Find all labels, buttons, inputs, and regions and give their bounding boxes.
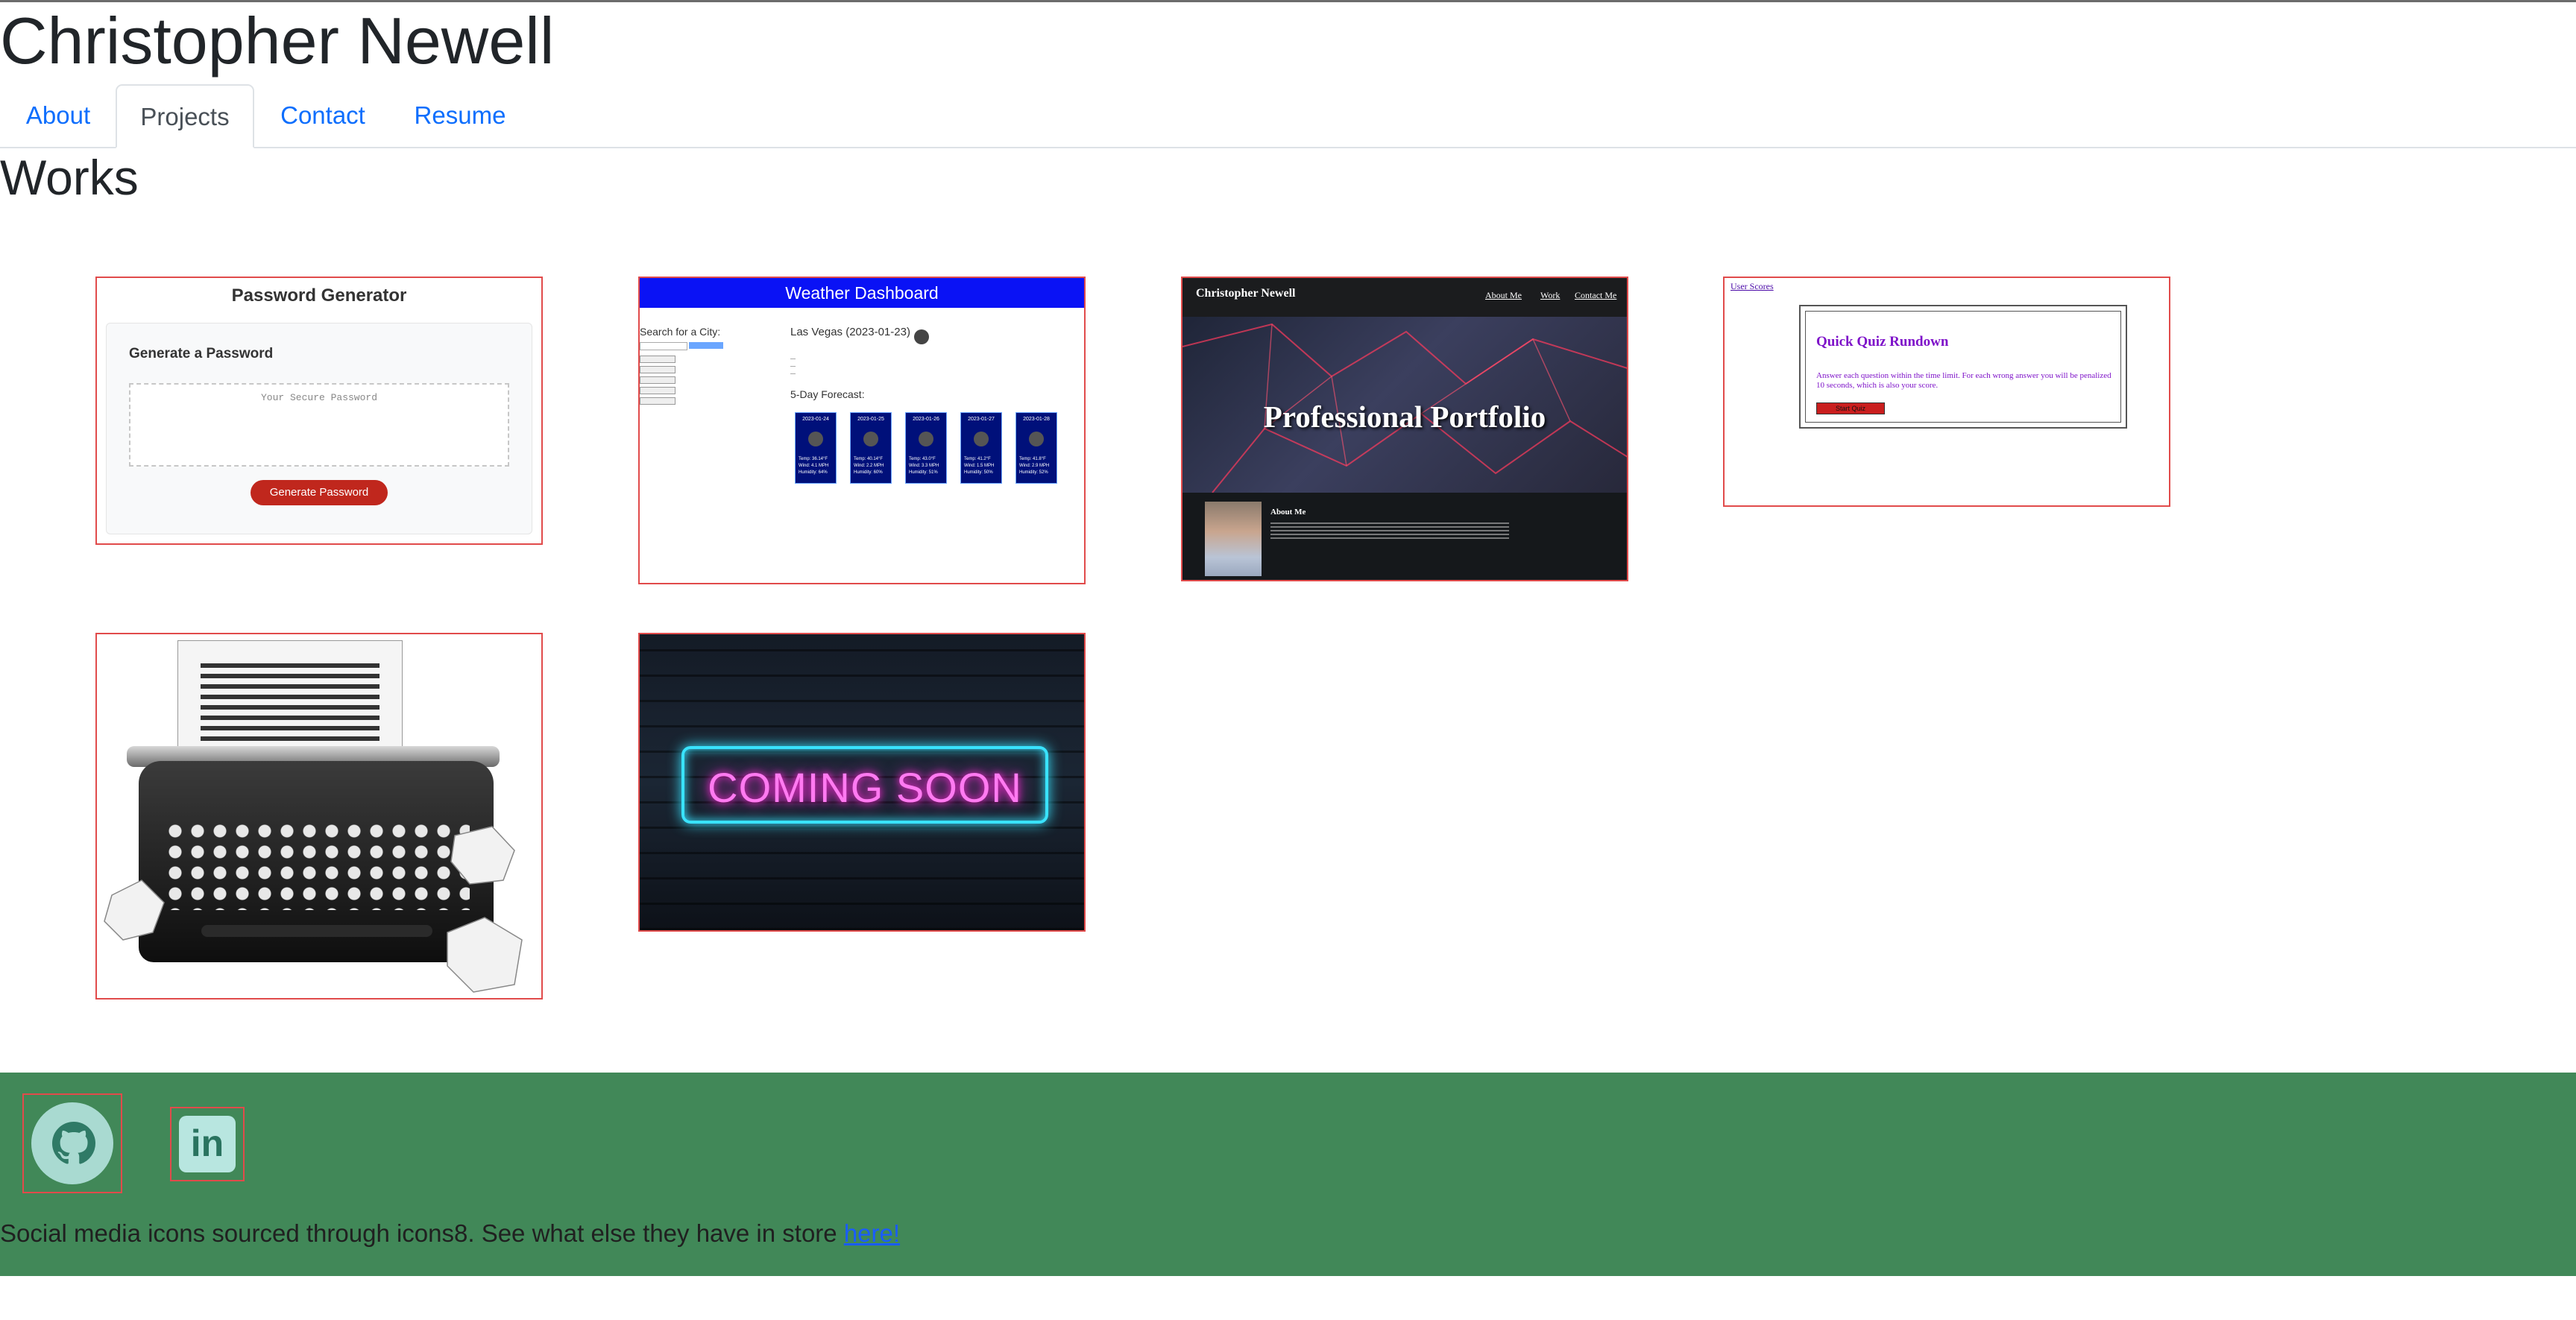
linkedin-icon-square: in xyxy=(179,1116,236,1172)
portfolio-name: Christopher Newell xyxy=(1196,287,1296,300)
forecast-day-card: 2023-01-24 Temp: 36.14°F Wind: 4.1 MPH H… xyxy=(795,412,837,484)
project-card-typewriter[interactable] xyxy=(95,633,543,1000)
forecast-date: 2023-01-28 xyxy=(1023,417,1050,422)
forecast-icon xyxy=(863,432,878,446)
forecast-icon xyxy=(974,432,989,446)
forecast-date: 2023-01-24 xyxy=(802,417,829,422)
portfolio-about: About Me xyxy=(1182,493,1627,580)
weather-history-button xyxy=(640,366,676,373)
weather-current-stats: — — — xyxy=(790,356,796,376)
nav-tabs: About Projects Contact Resume xyxy=(0,84,2576,148)
pw-placeholder: Your Secure Password xyxy=(260,392,378,403)
forecast-day-card: 2023-01-28 Temp: 41.8°F Wind: 2.9 MPH Hu… xyxy=(1015,412,1057,484)
icon-credit: Social media icons sourced through icons… xyxy=(0,1219,900,1248)
site-owner-name: Christopher Newell xyxy=(0,4,555,78)
forecast-date: 2023-01-25 xyxy=(857,417,884,422)
forecast-icon xyxy=(919,432,933,446)
weather-icon xyxy=(914,329,929,344)
weather-header: Weather Dashboard xyxy=(640,278,1084,308)
quiz-scores-link: User Scores xyxy=(1731,281,1774,291)
neon-sign: COMING SOON xyxy=(681,746,1048,824)
tab-projects[interactable]: Projects xyxy=(116,84,254,148)
forecast-detail: Temp: 36.14°F Wind: 4.1 MPH Humidity: 64… xyxy=(799,457,829,475)
project-card-weather-dashboard[interactable]: Weather Dashboard Search for a City: Las… xyxy=(638,277,1086,584)
pw-panel: Generate a Password Your Secure Password… xyxy=(106,323,532,534)
crumpled-paper-icon xyxy=(104,826,523,993)
forecast-day-card: 2023-01-27 Temp: 41.2°F Wind: 1.5 MPH Hu… xyxy=(960,412,1002,484)
weather-history-button xyxy=(640,356,676,363)
tab-resume[interactable]: Resume xyxy=(393,84,527,147)
icons8-link[interactable]: here! xyxy=(844,1219,900,1247)
weather-search-button xyxy=(689,342,723,349)
section-title: Works xyxy=(0,150,139,205)
avatar xyxy=(1205,502,1262,576)
quiz-start-button: Start Quiz xyxy=(1816,402,1885,414)
project-card-coming-soon[interactable]: COMING SOON xyxy=(638,633,1086,932)
portfolio-about-text xyxy=(1270,522,1509,540)
pw-output-box: Your Secure Password xyxy=(129,383,509,467)
quiz-description: Answer each question within the time lim… xyxy=(1816,371,2111,390)
weather-search-input xyxy=(640,342,687,350)
quiz-box: Quick Quiz Rundown Answer each question … xyxy=(1799,305,2127,429)
weather-history-button xyxy=(640,376,676,384)
pw-subtitle: Generate a Password xyxy=(129,346,274,361)
github-icon-glyph xyxy=(52,1122,95,1164)
weather-search-label: Search for a City: xyxy=(640,326,721,338)
linkedin-icon[interactable]: in xyxy=(170,1107,245,1181)
tab-contact[interactable]: Contact xyxy=(262,84,383,147)
weather-history-button xyxy=(640,397,676,405)
weather-forecast-label: 5-Day Forecast: xyxy=(790,388,865,400)
forecast-detail: Temp: 43.0°F Wind: 3.3 MPH Humidity: 51% xyxy=(909,457,939,475)
forecast-detail: Temp: 41.2°F Wind: 1.5 MPH Humidity: 50% xyxy=(964,457,995,475)
quiz-inner: Quick Quiz Rundown Answer each question … xyxy=(1805,311,2121,423)
pw-title: Password Generator xyxy=(231,285,407,306)
weather-history-button xyxy=(640,387,676,394)
portfolio-link-work: Work xyxy=(1540,290,1561,300)
portfolio-hero: Professional Portfolio xyxy=(1182,317,1627,493)
forecast-icon xyxy=(1029,432,1044,446)
portfolio-link-contact: Contact Me xyxy=(1575,290,1617,300)
pw-generate-button: Generate Password xyxy=(251,480,388,505)
forecast-icon xyxy=(808,432,823,446)
portfolio-hero-title: Professional Portfolio xyxy=(1263,400,1546,434)
linkedin-icon-glyph: in xyxy=(190,1122,224,1164)
forecast-day-card: 2023-01-26 Temp: 43.0°F Wind: 3.3 MPH Hu… xyxy=(905,412,947,484)
icon-credit-text: Social media icons sourced through icons… xyxy=(0,1219,844,1247)
forecast-day-card: 2023-01-25 Temp: 40.14°F Wind: 2.2 MPH H… xyxy=(850,412,892,484)
forecast-detail: Temp: 40.14°F Wind: 2.2 MPH Humidity: 60… xyxy=(854,457,884,475)
portfolio-about-heading: About Me xyxy=(1270,508,1306,517)
project-card-quiz[interactable]: User Scores Quick Quiz Rundown Answer ea… xyxy=(1723,277,2170,507)
project-card-password-generator[interactable]: Password Generator Generate a Password Y… xyxy=(95,277,543,545)
tab-about[interactable]: About xyxy=(10,84,106,147)
forecast-detail: Temp: 41.8°F Wind: 2.9 MPH Humidity: 52% xyxy=(1019,457,1050,475)
github-icon[interactable] xyxy=(22,1093,122,1193)
portfolio-navbar: Christopher Newell About Me Work Contact… xyxy=(1182,278,1627,317)
weather-city: Las Vegas (2023-01-23) xyxy=(790,326,910,338)
forecast-date: 2023-01-26 xyxy=(913,417,939,422)
forecast-date: 2023-01-27 xyxy=(968,417,995,422)
quiz-title: Quick Quiz Rundown xyxy=(1816,334,1949,350)
coming-soon-text: COMING SOON xyxy=(708,764,1022,811)
footer: in Social media icons sourced through ic… xyxy=(0,1073,2576,1276)
project-card-portfolio[interactable]: Christopher Newell About Me Work Contact… xyxy=(1181,277,1628,581)
portfolio-link-about: About Me xyxy=(1485,290,1522,300)
